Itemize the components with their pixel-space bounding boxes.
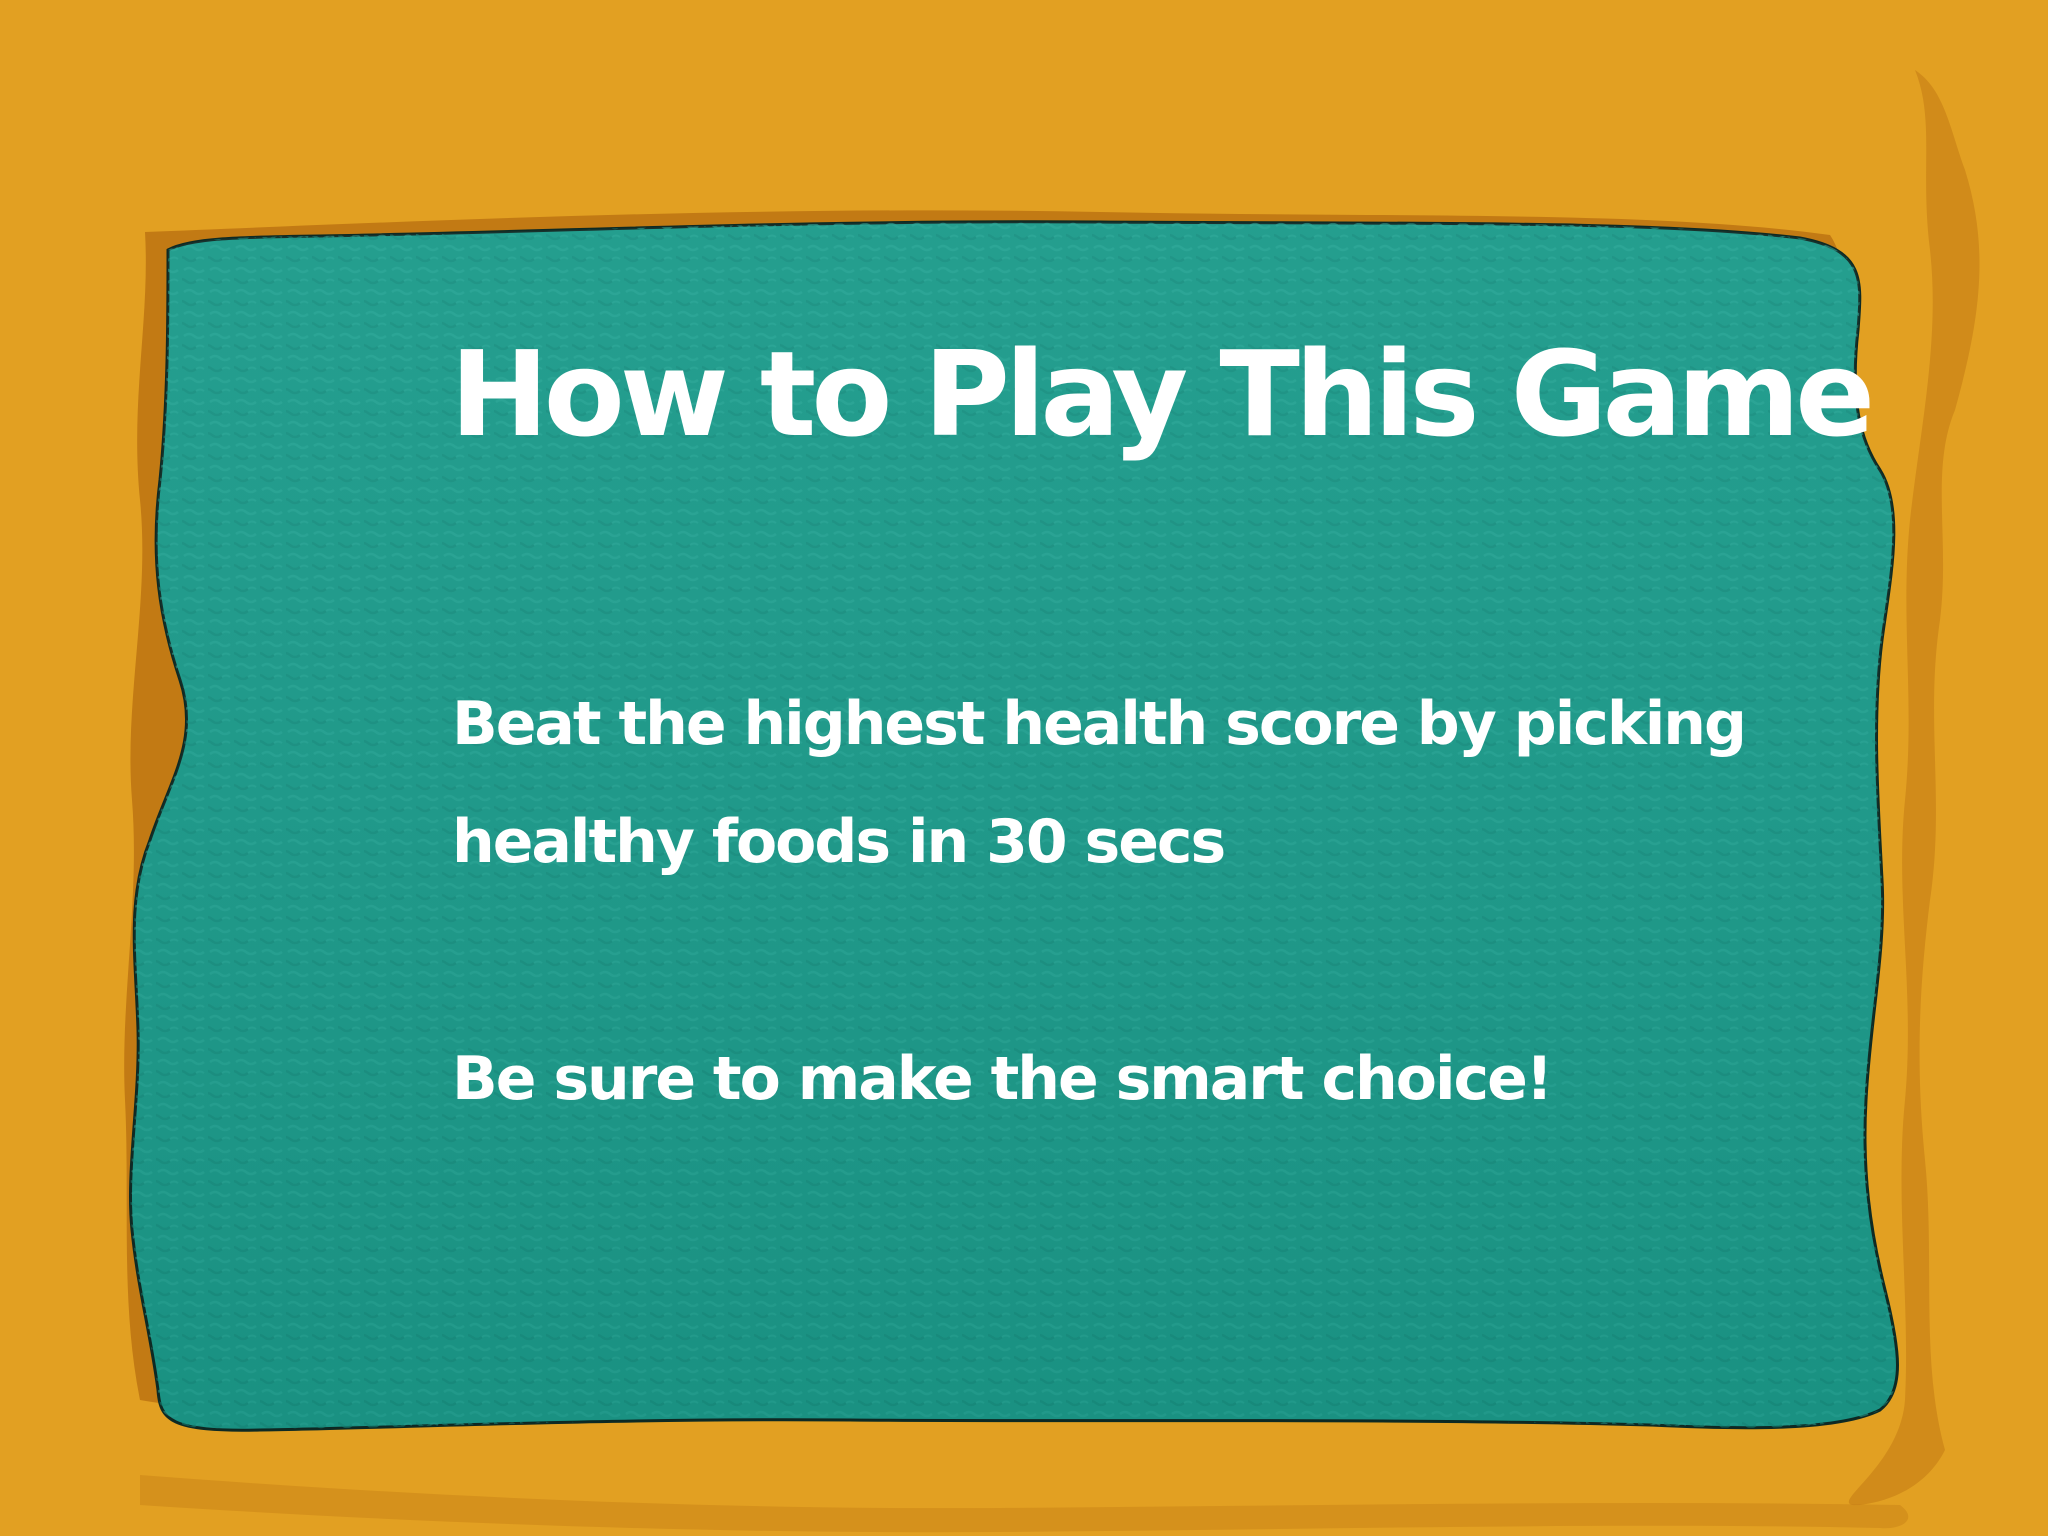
instruction-goal: Beat the highest health score by picking… [452, 689, 1747, 877]
board-title: How to Play This Game [450, 325, 1875, 463]
board-content: How to Play This Game Beat the highest h… [0, 0, 2048, 1536]
instruction-tip: Be sure to make the smart choice! [452, 1044, 1553, 1114]
how-to-play-screen: How to Play This Game Beat the highest h… [0, 0, 2048, 1536]
